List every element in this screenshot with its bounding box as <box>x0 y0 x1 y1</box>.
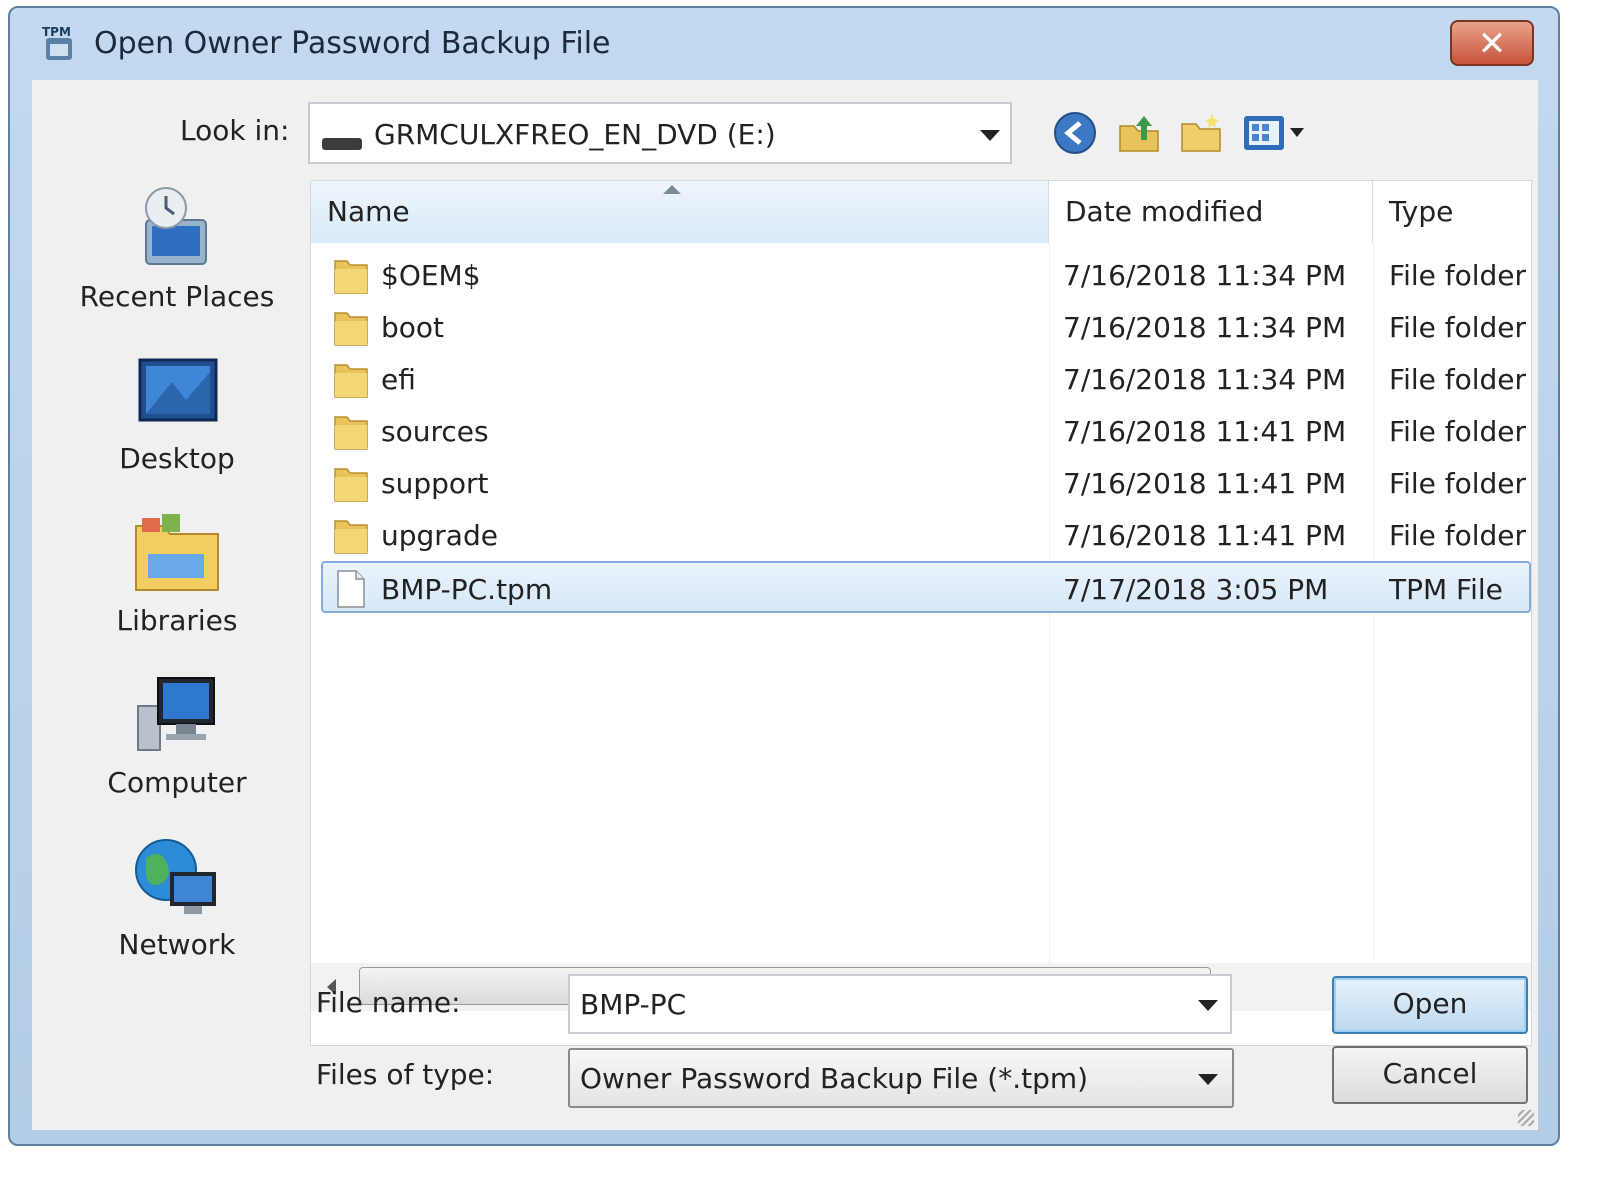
back-icon[interactable] <box>1052 110 1098 156</box>
place-desktop[interactable]: Desktop <box>52 342 302 492</box>
file-icon <box>337 570 365 608</box>
file-date-cell: 7/17/2018 3:05 PM <box>1063 573 1329 606</box>
place-label-network: Network <box>118 928 236 961</box>
column-header-name[interactable]: Name <box>311 181 1049 243</box>
file-type-cell: File folder <box>1389 467 1527 500</box>
place-label-desktop: Desktop <box>119 442 235 475</box>
views-menu-icon[interactable] <box>1242 110 1314 156</box>
file-row[interactable]: efi 7/16/2018 11:34 PM File folder <box>311 353 1531 405</box>
folder-icon <box>334 520 368 554</box>
file-row[interactable]: BMP-PC.tpm 7/17/2018 3:05 PM TPM File <box>321 561 1531 613</box>
chevron-down-icon[interactable] <box>1198 1074 1218 1085</box>
open-button[interactable]: Open <box>1332 976 1528 1034</box>
dialog-body: Look in: GRMCULXFREO_EN_DVD (E:) Recent … <box>32 80 1538 1130</box>
file-name-cell: efi <box>381 363 416 396</box>
chevron-down-icon[interactable] <box>1198 1000 1218 1011</box>
computer-icon <box>137 677 215 751</box>
place-label-computer: Computer <box>107 766 247 799</box>
file-name-cell: sources <box>381 415 489 448</box>
recent-places-icon <box>145 187 207 265</box>
network-icon <box>135 839 216 914</box>
dialog-title: Open Owner Password Backup File <box>94 26 611 61</box>
files-of-type-label: Files of type: <box>316 1058 495 1091</box>
folder-icon <box>334 468 368 502</box>
file-row[interactable]: $OEM$ 7/16/2018 11:34 PM File folder <box>311 249 1531 301</box>
file-row[interactable]: boot 7/16/2018 11:34 PM File folder <box>311 301 1531 353</box>
file-row[interactable]: upgrade 7/16/2018 11:41 PM File folder <box>311 509 1531 561</box>
file-name-cell: upgrade <box>381 519 498 552</box>
dvd-drive-icon <box>322 138 362 150</box>
file-name-value: BMP-PC <box>580 988 687 1021</box>
column-header-date-modified[interactable]: Date modified <box>1049 181 1373 243</box>
file-name-field[interactable]: BMP-PC <box>568 974 1232 1034</box>
place-network[interactable]: Network <box>52 828 302 978</box>
look-in-combo[interactable]: GRMCULXFREO_EN_DVD (E:) <box>308 102 1012 164</box>
new-folder-icon[interactable] <box>1178 110 1224 156</box>
open-file-dialog: TPM Open Owner Password Backup File ✕ Lo… <box>8 6 1560 1146</box>
places-bar: Recent Places Desktop Libraries Computer… <box>52 180 302 1095</box>
file-type-cell: File folder <box>1389 311 1527 344</box>
cancel-button[interactable]: Cancel <box>1332 1046 1528 1104</box>
place-label-libraries: Libraries <box>116 604 238 637</box>
file-type-cell: TPM File <box>1389 573 1503 606</box>
file-list[interactable]: Name Date modified Type $OEM$ 7/16/2018 1… <box>310 180 1532 1046</box>
file-date-cell: 7/16/2018 11:41 PM <box>1063 467 1347 500</box>
file-name-cell: boot <box>381 311 445 344</box>
files-of-type-select[interactable]: Owner Password Backup File (*.tpm) <box>568 1048 1234 1108</box>
file-date-cell: 7/16/2018 11:34 PM <box>1063 363 1347 396</box>
files-of-type-value: Owner Password Backup File (*.tpm) <box>580 1062 1089 1095</box>
place-computer[interactable]: Computer <box>52 666 302 816</box>
file-date-cell: 7/16/2018 11:34 PM <box>1063 259 1347 292</box>
folder-icon <box>334 312 368 346</box>
place-recent-places[interactable]: Recent Places <box>52 180 302 330</box>
up-folder-icon[interactable] <box>1116 110 1162 156</box>
file-date-cell: 7/16/2018 11:34 PM <box>1063 311 1347 344</box>
file-name-label: File name: <box>316 986 461 1019</box>
file-date-cell: 7/16/2018 11:41 PM <box>1063 519 1347 552</box>
folder-icon <box>334 260 368 294</box>
file-type-cell: File folder <box>1389 259 1527 292</box>
libraries-icon <box>135 514 219 591</box>
file-name-cell: support <box>381 467 489 500</box>
file-type-cell: File folder <box>1389 519 1527 552</box>
chevron-down-icon[interactable] <box>980 130 1000 141</box>
resize-grip-icon[interactable] <box>1518 1110 1534 1126</box>
file-row[interactable]: sources 7/16/2018 11:41 PM File folder <box>311 405 1531 457</box>
svg-text:TPM: TPM <box>42 25 71 39</box>
sort-ascending-icon <box>663 185 681 194</box>
folder-icon <box>334 364 368 398</box>
file-date-cell: 7/16/2018 11:41 PM <box>1063 415 1347 448</box>
desktop-icon <box>138 358 218 422</box>
column-header-type[interactable]: Type <box>1373 181 1531 243</box>
file-row[interactable]: support 7/16/2018 11:41 PM File folder <box>311 457 1531 509</box>
file-type-cell: File folder <box>1389 415 1527 448</box>
look-in-label: Look in: <box>180 114 290 147</box>
tpm-app-icon: TPM <box>42 25 72 60</box>
place-label-recent-places: Recent Places <box>79 280 275 313</box>
look-in-value: GRMCULXFREO_EN_DVD (E:) <box>374 118 776 151</box>
file-name-cell: BMP-PC.tpm <box>381 573 553 606</box>
title-bar[interactable]: TPM Open Owner Password Backup File ✕ <box>10 8 1558 82</box>
close-button[interactable]: ✕ <box>1450 20 1534 66</box>
place-libraries[interactable]: Libraries <box>52 504 302 654</box>
file-type-cell: File folder <box>1389 363 1527 396</box>
file-name-cell: $OEM$ <box>381 259 481 292</box>
folder-icon <box>334 416 368 450</box>
